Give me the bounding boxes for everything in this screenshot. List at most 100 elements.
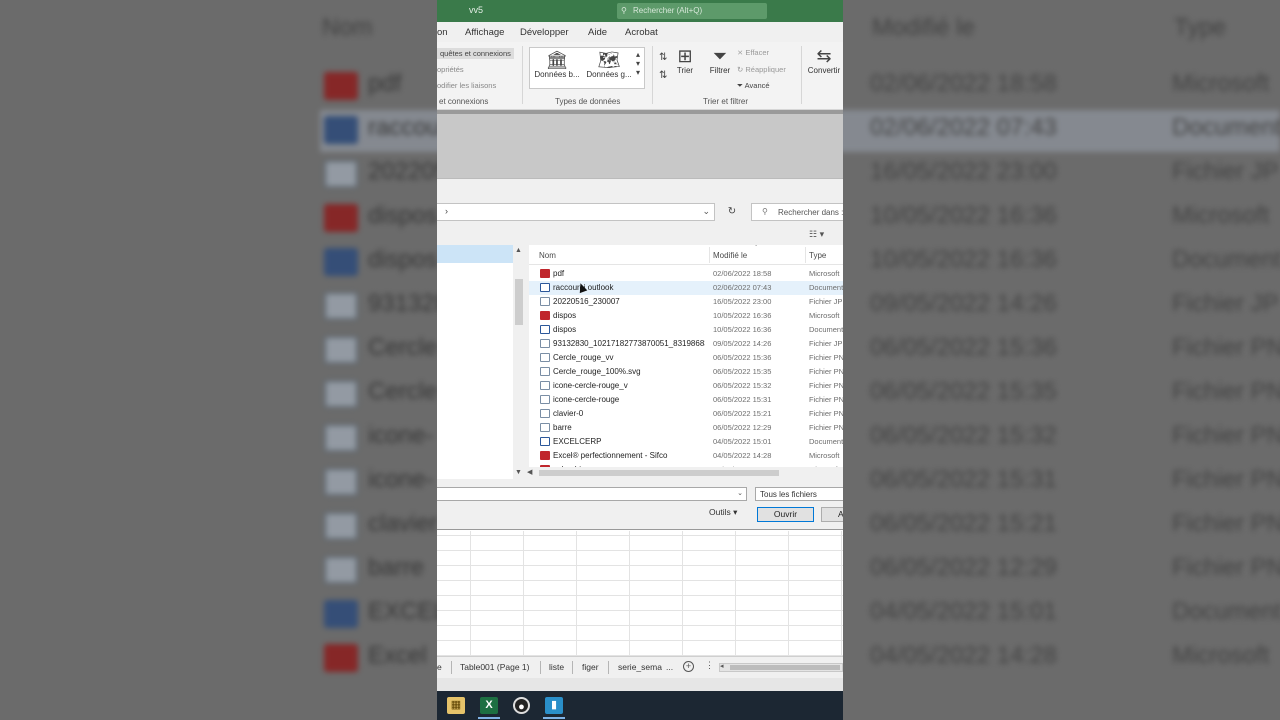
nav-selected-item[interactable]: [437, 245, 513, 263]
bg-file-modified: 04/05/2022 15:01: [870, 598, 1057, 625]
reapply-button[interactable]: ↻ Réappliquer: [737, 65, 786, 74]
convert-button[interactable]: ⇆ Convertir: [805, 46, 843, 75]
cancel-button[interactable]: Annuler: [821, 507, 843, 522]
image-file-icon: [540, 409, 550, 418]
scroll-thumb[interactable]: [539, 470, 779, 476]
more-sheets-button[interactable]: ...: [666, 662, 673, 672]
sheet-horizontal-scrollbar[interactable]: ◂: [719, 663, 843, 672]
column-separator[interactable]: [709, 247, 710, 263]
column-header-modified[interactable]: Modifié le: [713, 251, 747, 260]
filter-button[interactable]: ⏷ Filtrer: [705, 46, 735, 75]
file-row[interactable]: Cercle_rouge_vv 06/05/2022 15:36 Fichier P…: [529, 351, 843, 365]
column-separator[interactable]: [805, 247, 806, 263]
scroll-down-icon[interactable]: ▼: [515, 469, 522, 476]
active-indicator: [543, 717, 565, 719]
scroll-thumb[interactable]: [515, 279, 523, 325]
data-geo-button[interactable]: 🗺 Données g...: [583, 50, 635, 79]
app-icon[interactable]: ▮: [545, 697, 563, 714]
sheet-tab-figer[interactable]: figer: [582, 662, 599, 672]
store-icon[interactable]: ▦: [447, 697, 465, 714]
file-row[interactable]: raccourci outlook 02/06/2022 07:43 Documen…: [529, 281, 843, 295]
advanced-icon: ⏷: [737, 81, 745, 90]
tab-acrobat[interactable]: Acrobat: [625, 27, 658, 38]
file-row[interactable]: 20220516_230007 16/05/2022 23:00 Fichier J…: [529, 295, 843, 309]
file-row[interactable]: pdf 02/06/2022 18:58 Microsoft: [529, 267, 843, 281]
bg-file-type: Fichier JP: [1172, 290, 1279, 317]
file-name: clavier-0: [553, 409, 584, 418]
file-list: Nom Modifié le ˇ Type pdf 02/06/2022 18:5…: [529, 245, 843, 467]
tab-affichage[interactable]: Affichage: [465, 27, 504, 38]
address-bar[interactable]: › ⌄: [437, 203, 715, 221]
tools-button[interactable]: Outils ▾: [709, 507, 737, 518]
queries-connections-button[interactable]: quêtes et connexions: [437, 48, 514, 59]
bg-col-modified: Modifié le: [872, 14, 975, 41]
column-header-name[interactable]: Nom: [539, 251, 556, 260]
folder-search-input[interactable]: ⚲ Rechercher dans :: [751, 203, 843, 221]
file-modified: 06/05/2022 12:29: [713, 423, 772, 432]
filename-dropdown-icon[interactable]: ⌄: [737, 489, 743, 497]
bg-file-modified: 06/05/2022 15:31: [870, 466, 1057, 493]
add-sheet-icon[interactable]: +: [683, 661, 694, 672]
file-modified: 09/05/2022 14:26: [713, 339, 772, 348]
spreadsheet-grid[interactable]: [437, 531, 843, 656]
file-type: Fichier JP: [809, 339, 843, 348]
scroll-left-icon[interactable]: ◂: [720, 662, 724, 670]
tab-developper[interactable]: Développer: [520, 27, 569, 38]
horizontal-scrollbar[interactable]: ◀: [525, 467, 843, 479]
sheet-tab-table001[interactable]: Table001 (Page 1): [460, 662, 529, 672]
bg-file-icon: [324, 424, 358, 452]
scroll-left-icon[interactable]: ◀: [527, 468, 532, 476]
sort-label: Trier: [676, 66, 694, 75]
sheet-menu-icon[interactable]: ⋮: [705, 660, 714, 671]
clear-filter-button[interactable]: ⨯ Effacer: [737, 48, 769, 57]
data-stocks-button[interactable]: 🏛 Données b...: [531, 50, 583, 79]
file-row[interactable]: icone-cercle-rouge 06/05/2022 15:31 Fichie…: [529, 393, 843, 407]
open-button[interactable]: Ouvrir: [757, 507, 814, 522]
bg-file-modified: 09/05/2022 14:26: [870, 290, 1057, 317]
column-header-type[interactable]: Type: [809, 251, 826, 260]
scroll-thumb[interactable]: [730, 665, 840, 670]
edit-links-button[interactable]: odifier les liaisons: [437, 81, 496, 90]
address-dropdown-icon[interactable]: ⌄: [702, 206, 710, 217]
file-row[interactable]: barre 06/05/2022 12:29 Fichier PN: [529, 421, 843, 435]
file-type: Fichier PN: [809, 395, 843, 404]
view-options-icon[interactable]: ☷ ▾: [809, 229, 824, 240]
file-row[interactable]: dispos 10/05/2022 16:36 Document: [529, 323, 843, 337]
sheet-tab[interactable]: e: [437, 662, 442, 672]
file-row[interactable]: icone-cercle-rouge_v 06/05/2022 15:32 Fich…: [529, 379, 843, 393]
advanced-label: Avancé: [744, 81, 770, 90]
bg-file-icon: [324, 204, 358, 232]
bg-file-icon: [324, 556, 358, 584]
sheet-tab-liste[interactable]: liste: [549, 662, 564, 672]
file-row[interactable]: 93132830_10217182773870051_831986837... 0…: [529, 337, 843, 351]
sort-button[interactable]: ⊞ Trier: [673, 46, 697, 75]
sort-az-icon[interactable]: ⇅: [659, 52, 667, 63]
file-type-filter-select[interactable]: Tous les fichiers: [755, 487, 843, 501]
properties-button[interactable]: opriétés: [437, 65, 464, 74]
sheet-tab-serie-sema[interactable]: serie_sema: [618, 662, 662, 672]
file-modified: 04/05/2022 14:28: [713, 451, 772, 460]
refresh-icon[interactable]: ↻: [723, 203, 741, 221]
file-row[interactable]: Excel® perfectionnement - Sifco 04/05/202…: [529, 449, 843, 463]
excel-icon[interactable]: X: [480, 697, 498, 714]
file-modified: 06/05/2022 15:31: [713, 395, 772, 404]
advanced-filter-button[interactable]: ⏷ Avancé: [737, 81, 770, 91]
record-icon[interactable]: ●: [513, 697, 530, 714]
filename-input[interactable]: ⌄: [437, 487, 747, 501]
tab-donnees[interactable]: on: [437, 27, 448, 38]
gallery-scroll-icon[interactable]: ▴ ▾ ▾: [636, 50, 640, 77]
file-row[interactable]: EXCELCERP 04/05/2022 15:01 Document: [529, 435, 843, 449]
navigation-scrollbar[interactable]: ▲ ▼: [513, 245, 525, 479]
tab-aide[interactable]: Aide: [588, 27, 607, 38]
bg-file-type: Fichier PN: [1172, 334, 1280, 361]
scroll-up-icon[interactable]: ▲: [515, 247, 522, 254]
file-row[interactable]: clavier-0 06/05/2022 15:21 Fichier PN: [529, 407, 843, 421]
file-modified: 02/06/2022 18:58: [713, 269, 772, 278]
data-stocks-label: Données b...: [534, 70, 580, 79]
sort-za-icon[interactable]: ⇅: [659, 70, 667, 81]
file-row[interactable]: Cercle_rouge_100%.svg 06/05/2022 15:35 Fic…: [529, 365, 843, 379]
title-search-box[interactable]: ⚲ Rechercher (Alt+Q): [617, 3, 767, 19]
file-name: icone-cercle-rouge: [553, 395, 620, 404]
file-row[interactable]: dispos 10/05/2022 16:36 Microsoft: [529, 309, 843, 323]
ribbon-tabs: on Affichage Développer Aide Acrobat: [437, 22, 843, 42]
